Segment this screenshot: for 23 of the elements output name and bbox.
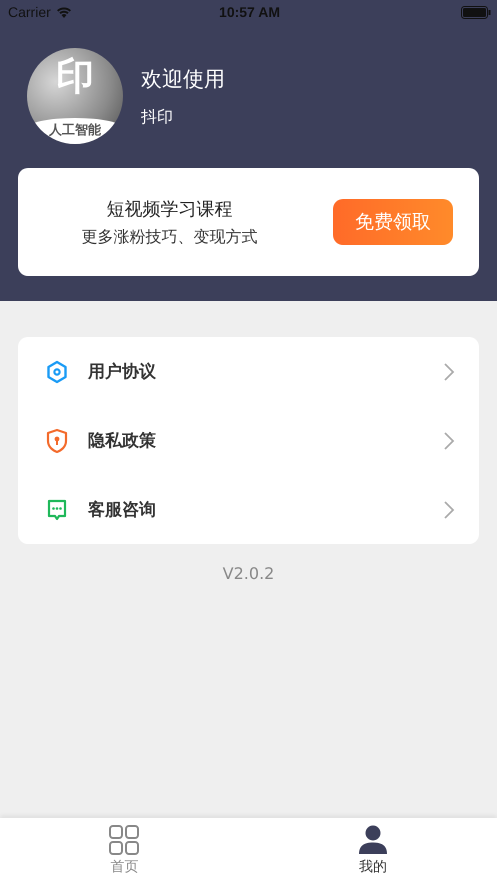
grid-icon <box>108 824 140 856</box>
chevron-icon <box>443 430 455 450</box>
tab[interactable]: 首页 <box>0 818 248 883</box>
greeting-text: 欢迎使用 <box>141 66 225 92</box>
tab[interactable]: 我的 <box>248 818 497 883</box>
avatar-logo: 印 人工智能 <box>27 48 123 144</box>
shield-icon <box>46 428 68 454</box>
wifi-icon <box>56 6 72 18</box>
carrier-label: Carrier <box>8 4 51 20</box>
chat-icon <box>46 498 68 522</box>
hexagon-icon <box>46 360 68 384</box>
promo-title: 短视频学习课程 <box>106 198 232 220</box>
user-name: 抖印 <box>141 106 174 128</box>
menu-item[interactable]: 客服咨询 <box>88 498 423 521</box>
chevron-icon <box>443 362 455 382</box>
chevron-icon <box>443 500 455 520</box>
person-icon <box>356 824 389 856</box>
menu-item[interactable]: 用户协议 <box>88 360 423 383</box>
promo-subtitle: 更多涨粉技巧、变现方式 <box>82 226 258 248</box>
version-label: V2.0.2 <box>222 564 274 583</box>
menu-item[interactable]: 隐私政策 <box>88 429 423 452</box>
status-time: 10:57 AM <box>219 4 280 20</box>
battery-icon <box>461 6 492 18</box>
